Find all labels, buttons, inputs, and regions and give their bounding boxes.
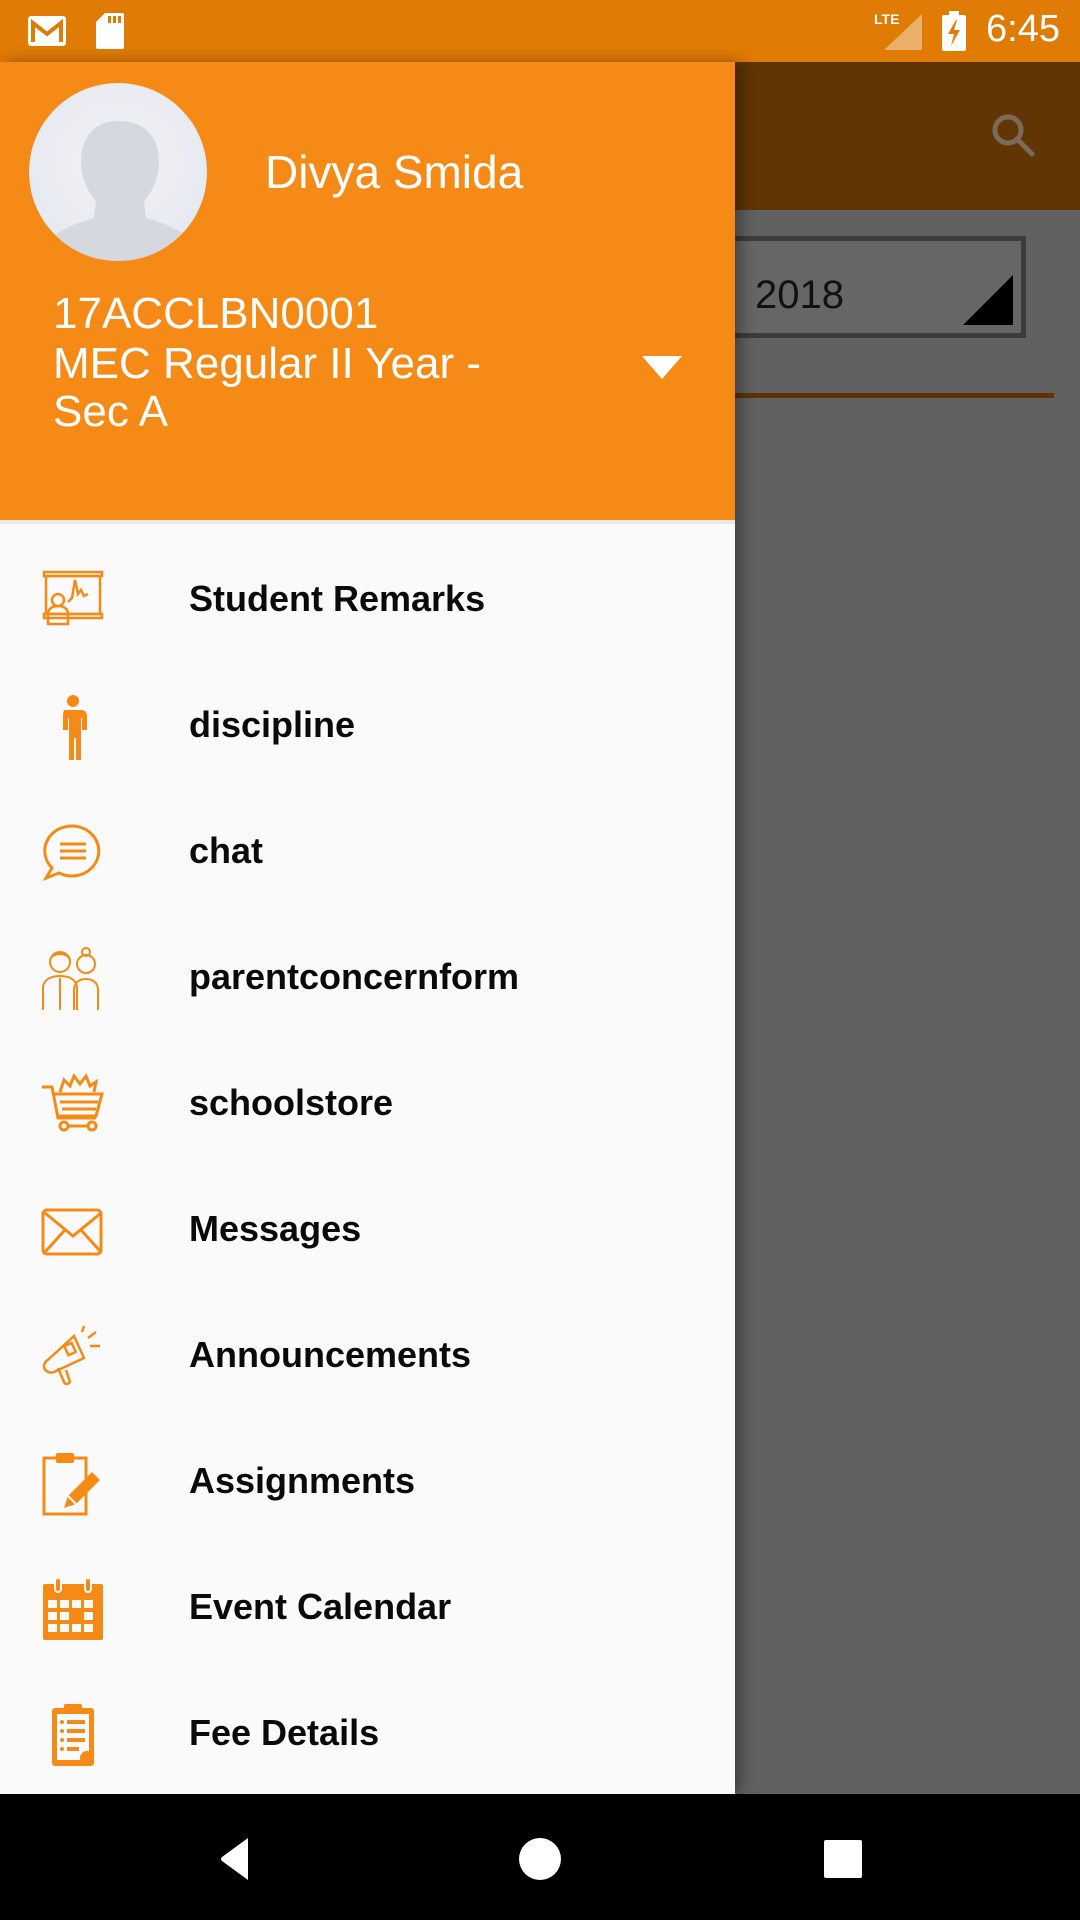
system-nav-bar [0,1794,1080,1920]
shopping-cart-icon [42,1072,104,1132]
envelope-icon [41,1208,103,1256]
menu-item-schoolstore[interactable]: schoolstore [0,1042,735,1168]
menu-label: parentconcernform [189,956,520,997]
chat-bubble-icon [42,824,101,881]
clipboard-pencil-icon [42,1453,100,1516]
drawer-menu: Student Remarks discipline chat parentco… [0,538,735,1798]
menu-label: Event Calendar [189,1586,452,1627]
person-standing-icon [63,695,87,760]
calendar-icon [43,1577,103,1640]
menu-item-announcements[interactable]: Announcements [0,1294,735,1420]
menu-label: schoolstore [189,1082,394,1123]
menu-label: Student Remarks [189,578,486,619]
megaphone-icon [42,1325,100,1386]
menu-item-messages[interactable]: Messages [0,1168,735,1294]
avatar[interactable] [29,83,207,261]
drawer-header: Divya Smida 17ACCLBN0001 MEC Regular II … [0,62,735,524]
menu-item-fee-details[interactable]: Fee Details [0,1672,735,1798]
menu-item-chat[interactable]: chat [0,790,735,916]
status-bar: LTE 6:45 [0,0,1080,62]
menu-item-student-remarks[interactable]: Student Remarks [0,538,735,664]
home-icon[interactable] [515,1834,565,1884]
default-avatar-icon [44,121,196,261]
class-section: MEC Regular II Year - Sec A [53,339,481,436]
account-dropdown-icon[interactable] [640,352,684,382]
menu-label: chat [189,830,264,871]
student-id: 17ACCLBN0001 [53,289,379,338]
drawer-scrim[interactable] [735,62,1080,1794]
menu-item-discipline[interactable]: discipline [0,664,735,790]
battery-charging-icon [942,11,966,51]
menu-label: Assignments [189,1460,416,1501]
recents-icon[interactable] [818,1834,868,1884]
gmail-icon [28,16,66,46]
lte-signal-icon: LTE [874,11,922,50]
menu-label: Announcements [189,1334,472,1375]
menu-item-parentconcernform[interactable]: parentconcernform [0,916,735,1042]
menu-label: Messages [189,1208,362,1249]
svg-text:LTE: LTE [874,11,899,27]
menu-item-event-calendar[interactable]: Event Calendar [0,1546,735,1672]
menu-label: Fee Details [189,1712,380,1753]
back-icon[interactable] [210,1834,260,1884]
user-name: Divya Smida [265,146,524,198]
menu-label: discipline [189,704,356,745]
sd-card-icon [96,13,124,49]
fee-clipboard-icon [52,1704,94,1766]
parents-icon [42,947,99,1010]
presentation-board-icon [42,570,104,626]
navigation-drawer: Divya Smida 17ACCLBN0001 MEC Regular II … [0,62,735,1794]
menu-item-assignments[interactable]: Assignments [0,1420,735,1546]
clock: 6:45 [986,8,1060,50]
